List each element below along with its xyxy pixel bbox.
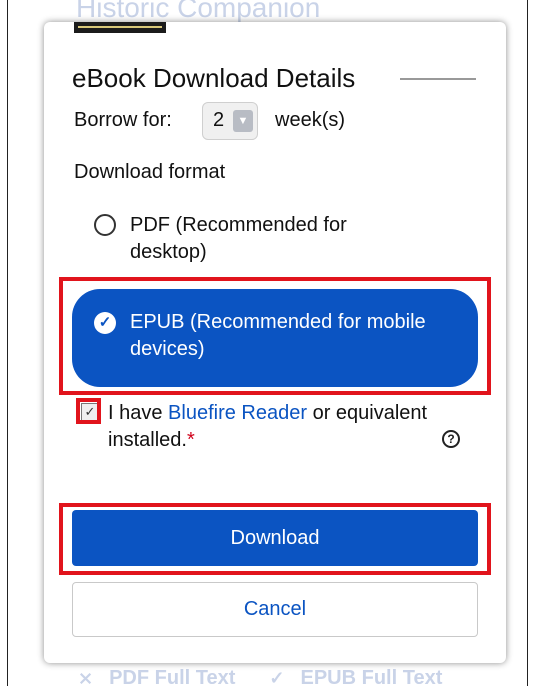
reader-installed-checkbox[interactable]: ✓: [81, 403, 99, 421]
borrow-weeks-value: 2: [213, 109, 225, 131]
borrow-label: Borrow for:: [74, 109, 172, 131]
dialog-heading: eBook Download Details: [72, 63, 356, 93]
cancel-button[interactable]: Cancel: [72, 582, 478, 637]
chevron-down-icon[interactable]: ▼: [233, 110, 253, 132]
right-frame-border: [527, 0, 528, 686]
pdf-option-label[interactable]: PDF (Recommended for desktop): [130, 212, 390, 266]
borrow-weeks-select[interactable]: 2 ▼: [202, 102, 258, 140]
pdf-full-text-link[interactable]: PDF Full Text: [109, 667, 235, 690]
selected-check-icon: ✓: [94, 312, 116, 334]
ebook-download-dialog: eBook Download Details Borrow for: 2 ▼ w…: [44, 22, 506, 663]
background-page-title: Historic Companion: [76, 0, 321, 23]
epub-option[interactable]: ✓ EPUB (Recommended for mobile devices): [72, 289, 478, 387]
required-asterisk: *: [186, 429, 195, 451]
epub-option-label: EPUB (Recommended for mobile devices): [130, 311, 426, 360]
download-button[interactable]: Download: [72, 510, 478, 566]
background-links: ⨯ PDF Full Text ✓ EPUB Full Text: [78, 667, 476, 690]
pdf-radio-button[interactable]: [94, 214, 116, 236]
reader-installed-label: I have Bluefire Reader or equivalent ins…: [108, 400, 468, 454]
left-frame-border: [7, 0, 8, 686]
help-icon[interactable]: ?: [442, 430, 460, 448]
bluefire-reader-link[interactable]: Bluefire Reader: [168, 402, 307, 424]
heading-divider: [400, 78, 476, 80]
book-cover-thumbnail: [74, 22, 166, 33]
weeks-unit-label: week(s): [275, 109, 346, 131]
download-format-label: Download format: [74, 161, 226, 183]
agreement-prefix: I have: [108, 402, 169, 424]
epub-full-text-link[interactable]: EPUB Full Text: [301, 667, 443, 690]
